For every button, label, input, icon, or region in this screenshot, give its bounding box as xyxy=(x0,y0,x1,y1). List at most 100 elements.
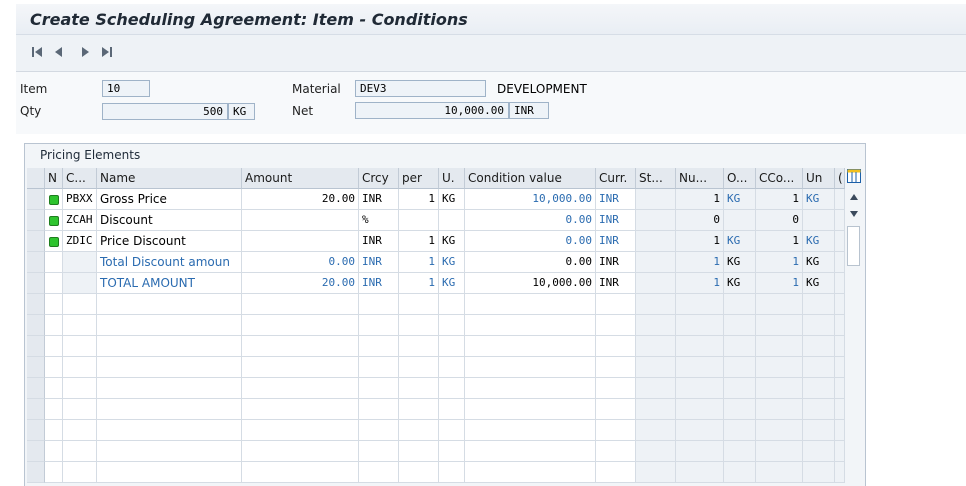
condition-name-cell[interactable]: Gross Price xyxy=(97,189,242,210)
table-cell[interactable] xyxy=(636,315,676,336)
table-cell[interactable]: 1 xyxy=(399,252,439,273)
table-cell[interactable] xyxy=(803,441,835,462)
table-cell[interactable] xyxy=(45,336,63,357)
column-header[interactable]: U. xyxy=(439,168,465,189)
table-cell[interactable]: KG xyxy=(724,273,756,294)
table-cell[interactable] xyxy=(359,399,399,420)
row-selector-header[interactable] xyxy=(27,168,45,189)
table-cell[interactable] xyxy=(45,252,63,273)
row-selector[interactable] xyxy=(27,357,45,378)
table-cell[interactable] xyxy=(465,441,596,462)
table-cell[interactable] xyxy=(835,441,845,462)
table-cell[interactable]: KG xyxy=(439,189,465,210)
column-header[interactable]: C... xyxy=(63,168,97,189)
table-cell[interactable] xyxy=(803,294,835,315)
row-selector[interactable] xyxy=(27,189,45,210)
table-cell[interactable] xyxy=(242,210,359,231)
row-selector[interactable] xyxy=(27,462,45,483)
table-cell[interactable] xyxy=(835,273,845,294)
table-cell[interactable] xyxy=(45,399,63,420)
table-cell[interactable] xyxy=(242,231,359,252)
table-cell[interactable] xyxy=(596,294,636,315)
table-cell[interactable] xyxy=(399,294,439,315)
column-header[interactable]: Amount xyxy=(242,168,359,189)
table-cell[interactable]: 20.00 xyxy=(242,189,359,210)
row-selector[interactable] xyxy=(27,315,45,336)
table-cell[interactable] xyxy=(803,210,835,231)
table-cell[interactable] xyxy=(242,420,359,441)
table-cell[interactable] xyxy=(835,357,845,378)
table-cell[interactable] xyxy=(242,294,359,315)
table-cell[interactable]: 1 xyxy=(676,231,724,252)
condition-name-cell[interactable]: Discount xyxy=(97,210,242,231)
scroll-down-icon[interactable] xyxy=(850,211,858,217)
table-cell[interactable] xyxy=(63,294,97,315)
table-cell[interactable] xyxy=(399,378,439,399)
table-cell[interactable] xyxy=(439,294,465,315)
table-cell[interactable]: INR xyxy=(596,273,636,294)
table-cell[interactable] xyxy=(724,462,756,483)
row-selector[interactable] xyxy=(27,294,45,315)
empty-row[interactable] xyxy=(27,441,845,462)
table-cell[interactable]: 10,000.00 xyxy=(465,189,596,210)
table-cell[interactable]: KG xyxy=(439,252,465,273)
table-cell[interactable] xyxy=(242,315,359,336)
table-cell[interactable] xyxy=(835,231,845,252)
table-cell[interactable] xyxy=(724,336,756,357)
table-cell[interactable]: KG xyxy=(439,273,465,294)
table-cell[interactable] xyxy=(596,462,636,483)
column-header[interactable]: Condition value xyxy=(465,168,596,189)
table-cell[interactable] xyxy=(676,336,724,357)
empty-row[interactable] xyxy=(27,294,845,315)
table-cell[interactable] xyxy=(242,462,359,483)
table-cell[interactable] xyxy=(636,378,676,399)
table-cell[interactable] xyxy=(45,441,63,462)
qty-field[interactable]: 500 xyxy=(102,103,228,120)
table-cell[interactable] xyxy=(756,399,803,420)
table-cell[interactable] xyxy=(439,357,465,378)
table-cell[interactable]: 0 xyxy=(676,210,724,231)
table-cell[interactable] xyxy=(636,441,676,462)
empty-row[interactable] xyxy=(27,336,845,357)
column-header[interactable]: Curr. xyxy=(596,168,636,189)
table-row[interactable]: PBXX Gross Price 20.00 INR 1 KG 10,000.00 INR 1 K… xyxy=(27,189,845,210)
column-header[interactable]: CCo... xyxy=(756,168,803,189)
table-cell[interactable]: KG xyxy=(803,189,835,210)
table-row[interactable]: ZDIC Price Discount INR 1 KG 0.00 INR 1 KG 1 KG xyxy=(27,231,845,252)
table-cell[interactable] xyxy=(439,399,465,420)
table-cell[interactable]: INR xyxy=(596,189,636,210)
table-cell[interactable] xyxy=(63,420,97,441)
table-cell[interactable] xyxy=(63,357,97,378)
table-cell[interactable] xyxy=(399,399,439,420)
table-cell[interactable] xyxy=(63,273,97,294)
table-cell[interactable] xyxy=(63,441,97,462)
table-cell[interactable] xyxy=(835,420,845,441)
row-selector[interactable] xyxy=(27,231,45,252)
table-cell[interactable]: 0 xyxy=(756,210,803,231)
row-selector[interactable] xyxy=(27,336,45,357)
table-cell[interactable] xyxy=(359,336,399,357)
table-cell[interactable] xyxy=(242,378,359,399)
column-header[interactable]: O... xyxy=(724,168,756,189)
table-cell[interactable] xyxy=(756,315,803,336)
table-cell[interactable] xyxy=(596,441,636,462)
table-cell[interactable] xyxy=(724,378,756,399)
table-cell[interactable]: ZDIC xyxy=(63,231,97,252)
row-selector[interactable] xyxy=(27,273,45,294)
table-cell[interactable] xyxy=(636,252,676,273)
table-cell[interactable]: KG xyxy=(439,231,465,252)
column-header[interactable]: N xyxy=(45,168,63,189)
table-cell[interactable]: INR xyxy=(596,252,636,273)
table-cell[interactable] xyxy=(399,420,439,441)
table-cell[interactable] xyxy=(756,357,803,378)
table-cell[interactable] xyxy=(63,399,97,420)
table-cell[interactable]: % xyxy=(359,210,399,231)
table-cell[interactable] xyxy=(803,315,835,336)
table-cell[interactable] xyxy=(596,378,636,399)
table-cell[interactable] xyxy=(439,210,465,231)
table-cell[interactable] xyxy=(756,441,803,462)
table-cell[interactable] xyxy=(399,315,439,336)
net-value-field[interactable]: 10,000.00 xyxy=(355,102,509,119)
table-cell[interactable] xyxy=(45,273,63,294)
table-cell[interactable] xyxy=(835,399,845,420)
